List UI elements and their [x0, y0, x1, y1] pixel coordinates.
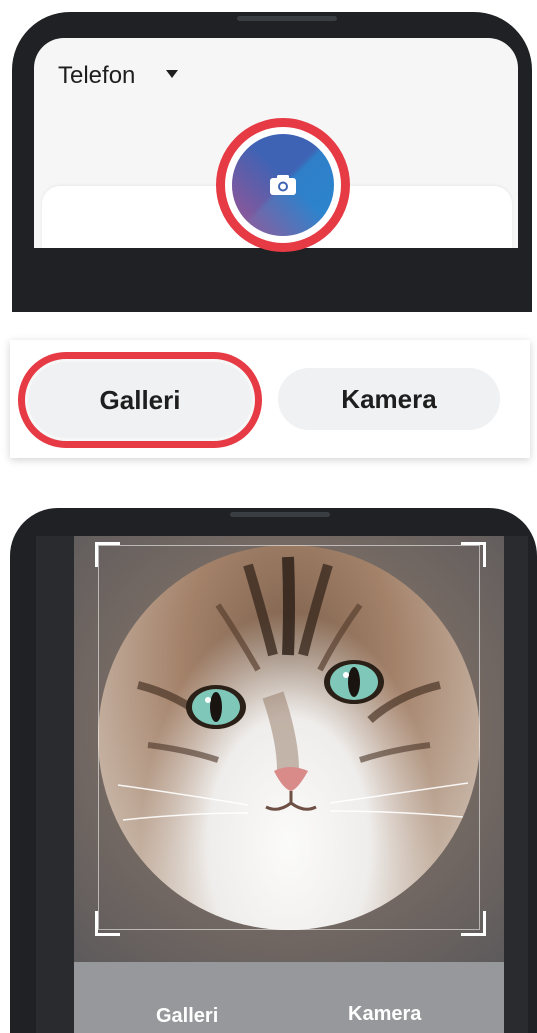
- camera-tab[interactable]: Kamera: [348, 1003, 421, 1026]
- crop-handle-bottom-left[interactable]: [95, 911, 120, 936]
- crop-handle-top-left[interactable]: [95, 542, 120, 567]
- crop-handle-bottom-right[interactable]: [461, 911, 486, 936]
- bottom-action-bar: [74, 962, 504, 1033]
- crop-frame[interactable]: [98, 545, 480, 930]
- account-selector-label[interactable]: Telefon: [58, 62, 135, 90]
- speaker-grille: [230, 512, 330, 517]
- speaker-grille: [237, 16, 337, 21]
- gallery-tab[interactable]: Galleri: [156, 1005, 218, 1028]
- camera-button[interactable]: Kamera: [278, 368, 500, 430]
- contact-photo-button[interactable]: [232, 134, 334, 236]
- crop-handle-top-right[interactable]: [461, 542, 486, 567]
- gallery-button[interactable]: Galleri: [28, 362, 252, 438]
- camera-icon: [270, 175, 296, 195]
- caret-down-icon[interactable]: [166, 70, 178, 78]
